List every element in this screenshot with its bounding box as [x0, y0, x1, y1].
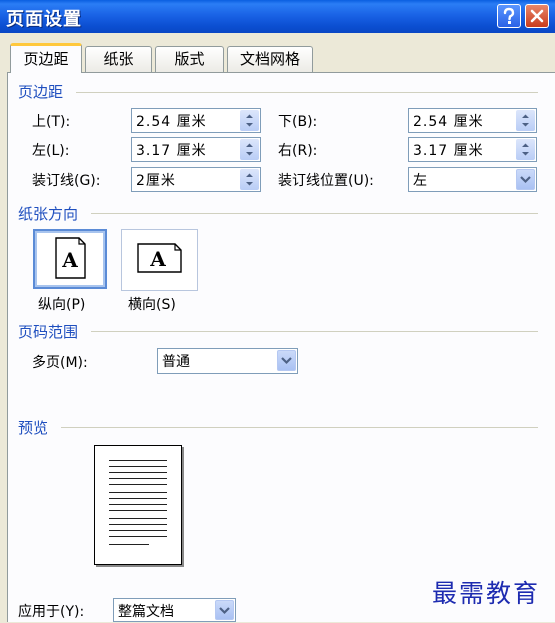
- spin-arrows[interactable]: [240, 169, 259, 190]
- preview-text-line: [109, 504, 167, 505]
- preview-text-line: [109, 536, 167, 537]
- section-divider: [91, 331, 538, 332]
- portrait-page-icon: A: [55, 237, 86, 279]
- tab-margins[interactable]: 页边距: [10, 43, 82, 73]
- landscape-label: 横向(S): [128, 297, 176, 313]
- section-divider: [61, 427, 538, 428]
- portrait-label: 纵向(P): [38, 297, 86, 313]
- preview-text-line: [109, 498, 167, 499]
- right-margin-spinner[interactable]: 3.17 厘米: [408, 137, 537, 162]
- multiple-pages-label: 多页(M):: [32, 355, 88, 371]
- left-margin-label: 左(L):: [32, 143, 70, 159]
- tab-layout[interactable]: 版式: [155, 46, 224, 72]
- apply-to-value: 整篇文档: [118, 604, 174, 620]
- top-margin-label: 上(T):: [32, 114, 71, 130]
- right-margin-value: 3.17 厘米: [413, 143, 484, 159]
- spin-up-down-icon: [522, 143, 529, 156]
- spin-up-down-icon: [246, 114, 253, 127]
- dropdown-button[interactable]: [516, 169, 535, 190]
- preview-text-line: [109, 518, 167, 519]
- portrait-icon-letter: A: [61, 248, 78, 272]
- spin-arrows[interactable]: [240, 139, 259, 160]
- multiple-pages-dropdown[interactable]: 普通: [157, 348, 298, 374]
- top-margin-spinner[interactable]: 2.54 厘米: [131, 108, 261, 133]
- landscape-page-icon: A: [137, 243, 182, 273]
- tab-paper[interactable]: 纸张: [85, 46, 152, 72]
- spin-arrows[interactable]: [240, 110, 259, 131]
- top-margin-value: 2.54 厘米: [136, 114, 207, 130]
- preview-text-line: [109, 544, 149, 545]
- gutter-position-label: 装订线位置(U):: [278, 173, 374, 189]
- preview-text-line: [109, 460, 167, 461]
- help-button[interactable]: [497, 4, 521, 28]
- preview-text-line: [109, 510, 167, 511]
- gutter-position-dropdown[interactable]: 左: [408, 167, 537, 192]
- spin-up-down-icon: [522, 114, 529, 127]
- dropdown-button[interactable]: [277, 350, 296, 371]
- gutter-label: 装订线(G):: [32, 173, 101, 189]
- bottom-margin-value: 2.54 厘米: [413, 114, 484, 130]
- gutter-position-value: 左: [413, 173, 427, 189]
- spin-arrows[interactable]: [516, 110, 535, 131]
- pages-section-title: 页码范围: [18, 323, 79, 341]
- landscape-icon-letter: A: [149, 247, 166, 271]
- multiple-pages-value: 普通: [162, 354, 190, 370]
- dropdown-arrow-icon: [281, 357, 292, 365]
- spin-up-down-icon: [246, 143, 253, 156]
- preview-text-line: [109, 530, 167, 531]
- apply-to-label: 应用于(Y):: [18, 604, 85, 620]
- preview-section-title: 预览: [18, 419, 49, 437]
- title-bar[interactable]: 页面设置: [0, 0, 555, 33]
- window-title: 页面设置: [6, 9, 82, 30]
- preview-text-line: [109, 484, 167, 485]
- dropdown-arrow-icon: [219, 607, 230, 615]
- gutter-spinner[interactable]: 2厘米: [131, 167, 261, 192]
- tab-document-grid[interactable]: 文档网格: [227, 46, 313, 72]
- section-divider: [91, 213, 538, 214]
- preview-text-line: [109, 524, 167, 525]
- portrait-button[interactable]: A: [33, 229, 107, 289]
- preview-text-line: [109, 472, 167, 473]
- left-margin-value: 3.17 厘米: [136, 143, 207, 159]
- preview-text-line: [109, 492, 167, 493]
- spin-up-down-icon: [246, 173, 253, 186]
- preview-text-line: [109, 466, 167, 467]
- right-margin-label: 右(R):: [278, 143, 318, 159]
- preview-page: [94, 445, 182, 565]
- apply-to-dropdown[interactable]: 整篇文档: [113, 598, 236, 622]
- help-icon: [503, 7, 515, 24]
- dropdown-arrow-icon: [520, 176, 531, 184]
- dropdown-button[interactable]: [215, 600, 234, 620]
- margins-section-title: 页边距: [18, 83, 64, 101]
- bottom-margin-label: 下(B):: [278, 114, 318, 130]
- landscape-button[interactable]: A: [121, 229, 198, 291]
- left-margin-spinner[interactable]: 3.17 厘米: [131, 137, 261, 162]
- bottom-margin-spinner[interactable]: 2.54 厘米: [408, 108, 537, 133]
- page-setup-dialog: 页面设置 页边距 纸张 版式 文档网格 页边距 上(T): 2.54 厘米 下(…: [0, 0, 555, 622]
- section-divider: [76, 92, 538, 93]
- close-button[interactable]: [525, 4, 549, 28]
- gutter-value: 2厘米: [136, 173, 176, 189]
- spin-arrows[interactable]: [516, 139, 535, 160]
- orientation-section-title: 纸张方向: [18, 205, 79, 223]
- close-icon: [530, 9, 544, 23]
- watermark-text: 最需教育: [432, 579, 541, 608]
- preview-text-line: [109, 478, 167, 479]
